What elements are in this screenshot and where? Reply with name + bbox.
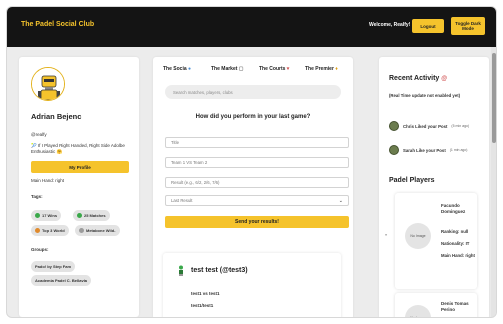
tab-the-market[interactable]: The Market ▢ [211, 66, 244, 72]
ball-icon [77, 213, 82, 218]
player-main-hand: Main Hand: right [441, 253, 475, 258]
title-field[interactable]: Title [165, 137, 349, 148]
group-label: Pado! by Step Fam [35, 264, 72, 269]
racket-icon [79, 228, 84, 233]
medal-icon [35, 228, 40, 233]
tags-label: Tags: [31, 194, 43, 199]
main-hand-text: Main Hand: right [31, 178, 65, 183]
player-nationality: Nationality: IT [441, 241, 470, 246]
tag-pill: Metabone Wild- [75, 225, 120, 236]
submit-results-button[interactable]: Send your results! [165, 216, 349, 228]
tab-label: The Socia [163, 66, 187, 72]
profile-card: Adrian Bejenc @realfy 🎾 If I Played Righ… [19, 57, 139, 317]
activity-time: (1 min ago) [449, 148, 468, 152]
activity-item[interactable]: Chris Liked your Post (5 min ago) [389, 121, 469, 131]
feed-card: The Socia ● The Market ▢ The Courts ▾ Th… [153, 57, 353, 318]
player-card[interactable]: No Image Facundo Dominguez Ranking: null… [395, 193, 477, 289]
select-value: Last Result [171, 198, 193, 203]
right-sidebar: Recent Activity @ (Real Time update not … [379, 57, 489, 317]
group-pill[interactable]: Academia Padel C. Bellavia [31, 275, 92, 286]
tab-the-premier[interactable]: The Premier ♦ [305, 66, 338, 72]
no-image-avatar: No Image [405, 223, 431, 249]
groups-label: Groups: [31, 247, 49, 252]
player-ranking: Ranking: null [441, 229, 469, 234]
profile-bio: 🎾 If I Played Right Handed, Right Side A… [31, 143, 125, 154]
activity-time: (5 min ago) [451, 124, 470, 128]
tab-the-courts[interactable]: The Courts ▾ [259, 66, 289, 72]
activity-item[interactable]: Sarah Like your Post (1 min ago) [389, 145, 467, 155]
search-input[interactable]: Search matches, players, clubs [165, 85, 341, 99]
browser-frame: The Padel Social Club Welcome, Realfy! L… [6, 6, 497, 318]
tag-label: 17 Wins [42, 213, 58, 218]
tab-label: The Courts [259, 66, 286, 72]
at-icon: @ [441, 76, 448, 82]
teams-field[interactable]: Team 1 VS Team 2 [165, 157, 349, 168]
chevron-down-icon: ⌄ [338, 197, 343, 204]
tag-pill: 25 Matches [73, 210, 110, 221]
padel-players-title: Padel Players [389, 177, 435, 184]
tag-pill: 17 Wins [31, 210, 62, 221]
tag-label: Top 3 World [42, 228, 65, 233]
toggle-dark-mode-button[interactable]: Toggle Dark Mode [451, 17, 485, 35]
post-card: test test (@test3) test1 vs test1 test1/… [163, 253, 341, 318]
profile-name: Adrian Bejenc [31, 112, 82, 121]
player-name: Denis Tomas Perino [441, 301, 469, 312]
brand-logo-text[interactable]: The Padel Social Club [21, 21, 94, 28]
globe-icon: ● [188, 66, 192, 72]
profile-handle: @realfy [31, 132, 47, 137]
tag-pill: Top 3 World [31, 225, 69, 236]
player-name: Facundo Dominguez [441, 203, 466, 214]
post-line: test1/test1 [191, 303, 214, 308]
pin-icon: ▾ [286, 66, 290, 72]
logout-button[interactable]: Logout [412, 19, 444, 33]
my-profile-button[interactable]: My Profile [31, 161, 129, 173]
tab-the-socia[interactable]: The Socia ● [163, 66, 191, 72]
activity-text: Chris Liked your Post [403, 123, 448, 129]
avatar [389, 145, 399, 155]
group-pill[interactable]: Pado! by Step Fam [31, 261, 76, 272]
prev-arrow-icon[interactable]: « [385, 232, 387, 237]
tag-label: 25 Matches [84, 213, 106, 218]
recent-activity-label: Recent Activity [389, 75, 440, 82]
cart-icon: ▢ [238, 66, 244, 72]
tab-label: The Premier [305, 66, 334, 72]
post-author[interactable]: test test (@test3) [191, 267, 248, 274]
welcome-text: Welcome, Realfy! [369, 22, 411, 28]
recent-activity-title: Recent Activity @ [389, 75, 447, 82]
activity-text: Sarah Like your Post [403, 147, 446, 153]
no-image-avatar: No Image [405, 305, 431, 317]
trophy-icon: ♦ [335, 66, 338, 72]
group-label: Academia Padel C. Bellavia [35, 278, 88, 283]
result-select[interactable]: Last Result ⌄ [165, 195, 349, 206]
avatar [31, 67, 65, 101]
scrollbar-thumb[interactable] [492, 53, 496, 143]
trophy-icon [35, 213, 40, 218]
heart-icon[interactable] [191, 317, 195, 318]
player-card[interactable]: No Image Denis Tomas Perino [395, 293, 477, 317]
tab-label: The Market [211, 66, 238, 72]
robot-avatar-icon [32, 68, 64, 100]
activity-subtitle: (Real Time update not enabled yet) [389, 93, 461, 98]
form-title: How did you perform in your last game? [195, 114, 311, 120]
result-field[interactable]: Result (e.g., 6/2, 2/6, 7/6) [165, 177, 349, 188]
tag-label: Metabone Wild- [86, 228, 116, 233]
avatar [389, 121, 399, 131]
post-line: test1 vs test1 [191, 291, 220, 296]
player-icon [179, 265, 183, 276]
